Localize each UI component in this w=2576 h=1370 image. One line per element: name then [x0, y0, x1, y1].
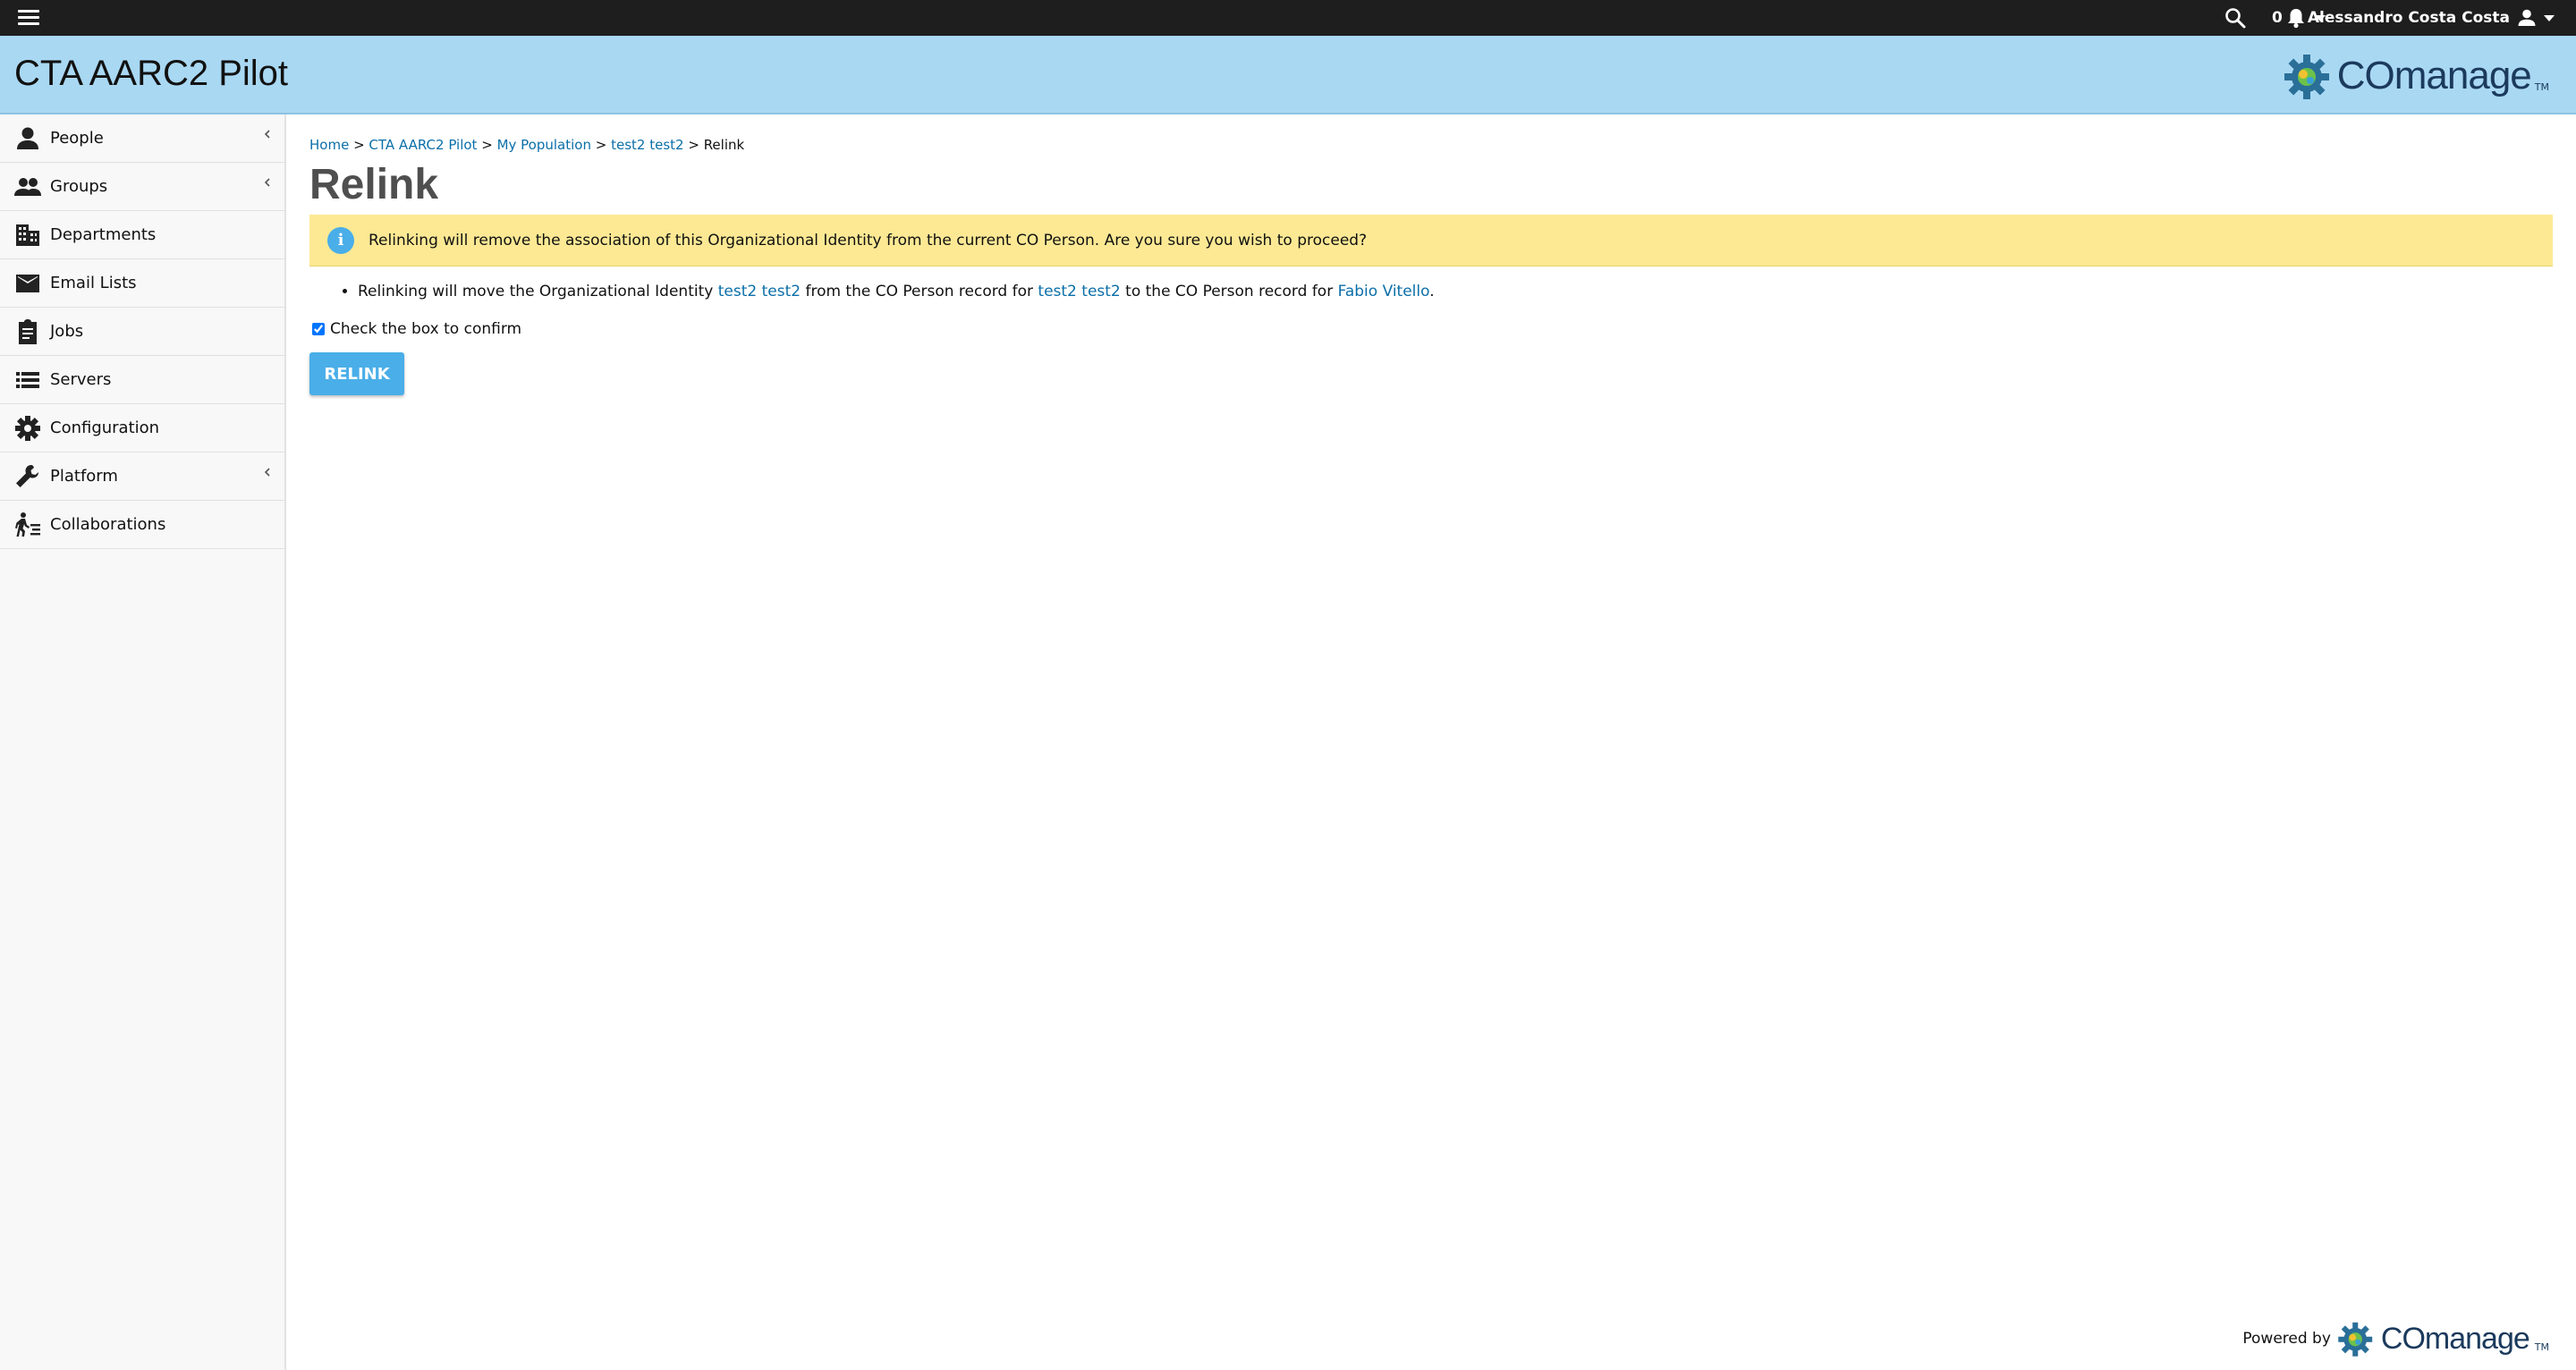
footer-logo-text: COmanage — [2380, 1321, 2530, 1356]
main-content: Home > CTA AARC2 Pilot > My Population >… — [309, 114, 2555, 395]
breadcrumb-home[interactable]: Home — [309, 137, 349, 153]
collaborations-icon — [15, 512, 40, 537]
sidebar-item-label: Configuration — [50, 419, 160, 437]
sidebar-item-label: Jobs — [50, 322, 84, 341]
breadcrumb-current: Relink — [703, 137, 745, 153]
breadcrumb-separator: > — [481, 137, 497, 153]
user-name: Alessandro Costa Costa — [2307, 9, 2510, 27]
top-bar: 0 Alessandro Costa Costa — [0, 0, 2576, 36]
co-header: CTA AARC2 Pilot COmanage TM — [0, 36, 2576, 114]
confirm-row: Check the box to confirm — [309, 320, 2555, 338]
logo-text: COmanage — [2336, 54, 2532, 97]
gear-icon — [15, 415, 40, 441]
sidebar-item-platform[interactable]: Platform — [0, 452, 284, 501]
breadcrumb-co[interactable]: CTA AARC2 Pilot — [369, 137, 477, 153]
clipboard-icon — [19, 318, 37, 344]
footer: Powered by COmanage TM — [2242, 1320, 2549, 1357]
sidebar-item-configuration[interactable]: Configuration — [0, 404, 284, 452]
sidebar-item-groups[interactable]: Groups — [0, 163, 284, 211]
breadcrumb-person[interactable]: test2 test2 — [611, 137, 683, 153]
gear-logo-icon — [2338, 1322, 2373, 1357]
sidebar-item-email-lists[interactable]: Email Lists — [0, 259, 284, 308]
relink-text: . — [1429, 283, 1435, 300]
wrench-icon — [16, 464, 38, 487]
co-title: CTA AARC2 Pilot — [14, 54, 289, 93]
user-icon — [2518, 9, 2536, 26]
chevron-left-icon — [264, 178, 270, 187]
mail-icon — [16, 274, 39, 292]
sidebar-item-label: Departments — [50, 225, 157, 244]
sidebar-item-label: Email Lists — [50, 274, 137, 292]
breadcrumb-my-population[interactable]: My Population — [497, 137, 591, 153]
search-icon[interactable] — [2224, 6, 2247, 30]
chevron-down-icon — [2544, 14, 2555, 21]
sidebar-item-label: Groups — [50, 177, 108, 196]
relink-button[interactable]: RELINK — [309, 352, 404, 395]
sidebar-item-departments[interactable]: Departments — [0, 211, 284, 259]
hamburger-icon[interactable] — [16, 7, 41, 29]
breadcrumb-separator: > — [595, 137, 612, 153]
list-icon — [16, 371, 39, 388]
user-menu[interactable]: Alessandro Costa Costa — [2308, 5, 2555, 30]
notification-count: 0 — [2272, 9, 2283, 27]
warning-notice: i Relinking will remove the association … — [309, 215, 2553, 266]
breadcrumb-separator: > — [353, 137, 369, 153]
sidebar-item-collaborations[interactable]: Collaborations — [0, 501, 284, 549]
breadcrumb-separator: > — [688, 137, 704, 153]
building-icon — [16, 224, 39, 246]
relink-info-list: Relinking will move the Organizational I… — [358, 283, 2555, 300]
chevron-left-icon — [264, 130, 270, 139]
sidebar-item-label: Servers — [50, 370, 112, 389]
sidebar-item-label: Platform — [50, 467, 118, 486]
sidebar-item-jobs[interactable]: Jobs — [0, 308, 284, 356]
groups-icon — [14, 177, 41, 196]
gear-logo-icon — [2284, 55, 2329, 99]
confirm-label[interactable]: Check the box to confirm — [330, 320, 521, 338]
notice-text: Relinking will remove the association of… — [369, 231, 1368, 249]
chevron-left-icon — [264, 468, 270, 477]
sidebar: People Groups Departments Email Lists Jo… — [0, 114, 286, 1370]
logo-tm: TM — [2534, 80, 2549, 93]
org-identity-link[interactable]: test2 test2 — [718, 283, 801, 300]
bell-icon — [2287, 9, 2304, 29]
info-icon: i — [327, 226, 354, 254]
person-icon — [17, 127, 38, 149]
to-person-link[interactable]: Fabio Vitello — [1338, 283, 1430, 300]
sidebar-item-people[interactable]: People — [0, 114, 284, 163]
comanage-logo: COmanage TM — [2282, 52, 2549, 100]
powered-by-label: Powered by — [2242, 1330, 2331, 1348]
relink-text: to the CO Person record for — [1120, 283, 1338, 300]
sidebar-item-label: Collaborations — [50, 515, 166, 534]
page-title: Relink — [309, 161, 439, 208]
footer-logo-tm: TM — [2534, 1340, 2549, 1353]
from-person-link[interactable]: test2 test2 — [1038, 283, 1120, 300]
confirm-checkbox[interactable] — [312, 323, 325, 335]
breadcrumb: Home > CTA AARC2 Pilot > My Population >… — [309, 137, 2555, 153]
sidebar-item-label: People — [50, 129, 104, 148]
relink-text: from the CO Person record for — [801, 283, 1038, 300]
sidebar-item-servers[interactable]: Servers — [0, 356, 284, 404]
list-item: Relinking will move the Organizational I… — [358, 283, 2555, 300]
relink-text: Relinking will move the Organizational I… — [358, 283, 718, 300]
